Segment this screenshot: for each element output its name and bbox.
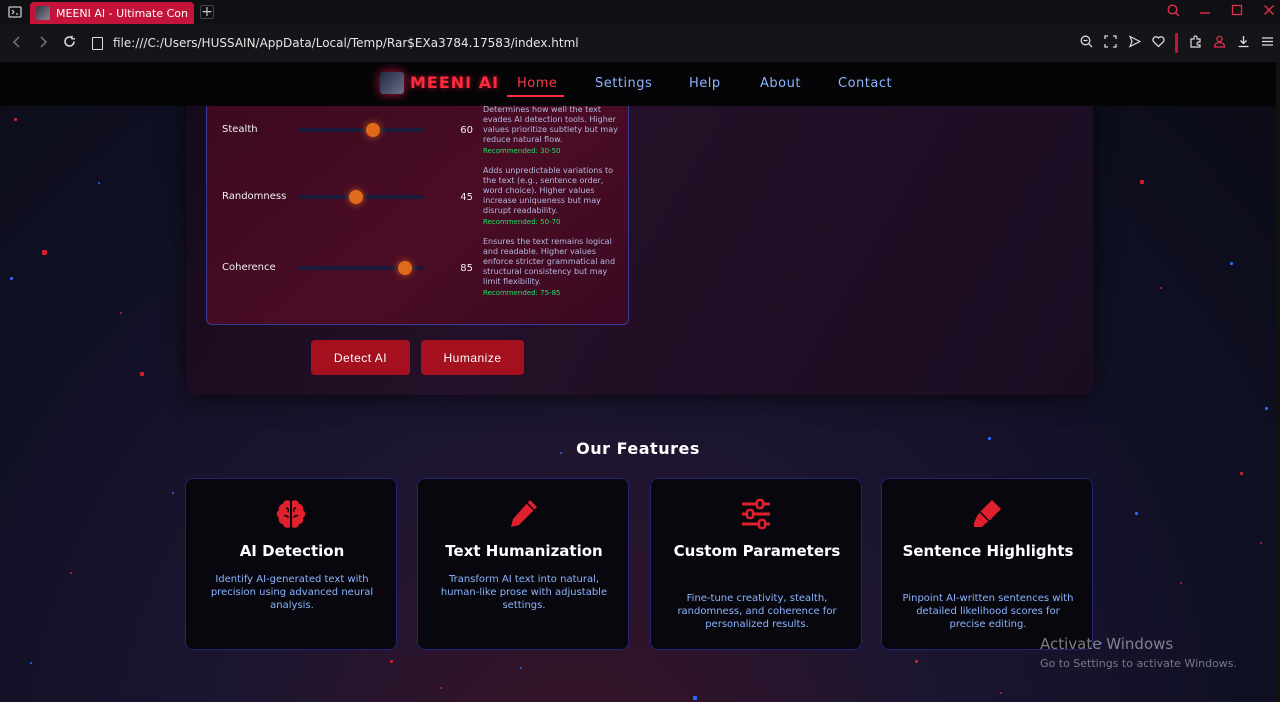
nav-contact[interactable]: Contact: [838, 76, 892, 91]
detect-ai-button[interactable]: Detect AI: [311, 340, 410, 375]
stealth-slider-track[interactable]: [298, 128, 424, 132]
particle-dot: [1265, 407, 1268, 410]
page-info-icon[interactable]: [92, 36, 103, 50]
feature-card-custom-parameters: Custom Parameters Fine-tune creativity, …: [650, 478, 862, 650]
download-icon[interactable]: [1236, 35, 1250, 52]
extensions-icon[interactable]: [1188, 34, 1202, 52]
param-value-coherence: 85: [460, 263, 473, 274]
nav-active-underline: [507, 95, 564, 97]
site-navbar: MEENI AI Home Settings Help About Contac…: [0, 62, 1276, 106]
minimize-icon[interactable]: [1198, 4, 1212, 20]
param-desc-coherence: Ensures the text remains logical and rea…: [483, 237, 616, 286]
snapshot-icon[interactable]: [1103, 34, 1117, 52]
feature-desc: Identify AI-generated text with precisio…: [210, 574, 374, 611]
browser-tab-active[interactable]: MEENI AI - Ultimate Conte: [30, 2, 194, 24]
nav-settings[interactable]: Settings: [595, 76, 652, 91]
send-icon[interactable]: [1127, 34, 1141, 52]
randomness-slider-thumb[interactable]: [349, 190, 363, 204]
nav-about[interactable]: About: [760, 76, 801, 91]
particle-dot: [1135, 512, 1138, 515]
param-label-stealth: Stealth: [222, 124, 258, 135]
page-viewport: Stealth 60 Determines how well the text …: [0, 62, 1280, 702]
param-desc-stealth: Determines how well the text evades AI d…: [483, 105, 618, 144]
particle-dot: [98, 182, 100, 184]
activate-windows-title: Activate Windows: [1040, 635, 1174, 653]
particle-dot: [10, 277, 13, 280]
nav-help[interactable]: Help: [689, 76, 721, 91]
particle-dot: [1160, 287, 1162, 289]
feature-card-text-humanization: Text Humanization Transform AI text into…: [417, 478, 629, 650]
pen-icon: [418, 497, 628, 533]
tab-title: MEENI AI - Ultimate Conte: [56, 6, 188, 20]
toolbar-separator: [1175, 33, 1178, 53]
profile-icon[interactable]: [1212, 35, 1226, 52]
search-tabs-icon[interactable]: [1166, 3, 1180, 21]
param-label-coherence: Coherence: [222, 262, 276, 273]
feature-desc: Fine-tune creativity, stealth, randomnes…: [677, 593, 837, 630]
particle-dot: [390, 660, 393, 663]
humanize-button[interactable]: Humanize: [421, 340, 524, 375]
logo-image[interactable]: [380, 72, 404, 94]
particle-dot: [440, 687, 442, 689]
param-rec-coherence: Recommended: 75-85: [483, 289, 561, 297]
particle-dot: [30, 662, 32, 664]
particle-dot: [120, 312, 122, 314]
forward-icon[interactable]: [36, 34, 50, 52]
brain-icon: [186, 497, 396, 533]
param-desc-randomness: Adds unpredictable variations to the tex…: [483, 166, 614, 215]
heart-icon[interactable]: [1151, 35, 1165, 52]
address-bar: file:///C:/Users/HUSSAIN/AppData/Local/T…: [0, 24, 1280, 62]
url-text[interactable]: file:///C:/Users/HUSSAIN/AppData/Local/T…: [113, 36, 579, 50]
particle-dot: [140, 372, 144, 376]
particle-dot: [70, 572, 72, 574]
stealth-slider-thumb[interactable]: [366, 123, 380, 137]
param-value-stealth: 60: [460, 125, 473, 136]
particle-dot: [520, 667, 522, 669]
workspaces-icon[interactable]: [0, 0, 30, 24]
menu-icon[interactable]: [1260, 35, 1274, 52]
particle-dot: [1260, 542, 1262, 544]
particle-dot: [1230, 262, 1233, 265]
feature-card-ai-detection: AI Detection Identify AI-generated text …: [185, 478, 397, 650]
feature-title: Text Humanization: [445, 542, 603, 560]
feature-title: AI Detection: [239, 542, 345, 560]
maximize-icon[interactable]: [1230, 4, 1244, 20]
sliders-icon: [651, 497, 861, 533]
zoom-icon[interactable]: [1079, 35, 1093, 52]
feature-title: Custom Parameters: [673, 542, 841, 560]
feature-card-sentence-highlights: Sentence Highlights Pinpoint AI-written …: [881, 478, 1093, 650]
particle-dot: [14, 118, 17, 121]
particle-dot: [1000, 692, 1002, 694]
tab-favicon: [36, 6, 50, 20]
particle-dot: [1140, 180, 1144, 184]
browser-tab-bar: MEENI AI - Ultimate Conte +: [0, 0, 1280, 24]
features-heading: Our Features: [576, 439, 700, 458]
logo-text[interactable]: MEENI AI: [410, 73, 499, 92]
param-rec-randomness: Recommended: 50-70: [483, 218, 561, 226]
page-scrollbar[interactable]: [1276, 62, 1280, 702]
activate-windows-subtitle: Go to Settings to activate Windows.: [1040, 657, 1238, 670]
coherence-slider-thumb[interactable]: [398, 261, 412, 275]
new-tab-button[interactable]: +: [200, 5, 214, 19]
param-label-randomness: Randomness: [222, 191, 287, 202]
nav-home[interactable]: Home: [517, 76, 557, 91]
feature-desc: Pinpoint AI-written sentences with detai…: [902, 593, 1074, 630]
param-value-randomness: 45: [460, 192, 473, 203]
feature-desc: Transform AI text into natural, human-li…: [440, 574, 608, 611]
close-icon[interactable]: [1262, 4, 1276, 20]
particle-dot: [915, 660, 918, 663]
back-icon[interactable]: [10, 34, 24, 52]
highlighter-icon: [882, 497, 1092, 533]
reload-icon[interactable]: [62, 34, 76, 52]
param-rec-stealth: Recommended: 30-50: [483, 147, 561, 155]
particle-dot: [693, 696, 697, 700]
particle-dot: [172, 492, 174, 494]
particle-dot: [1240, 472, 1243, 475]
particle-dot: [1180, 582, 1182, 584]
feature-title: Sentence Highlights: [902, 542, 1074, 560]
particle-dot: [42, 250, 47, 255]
